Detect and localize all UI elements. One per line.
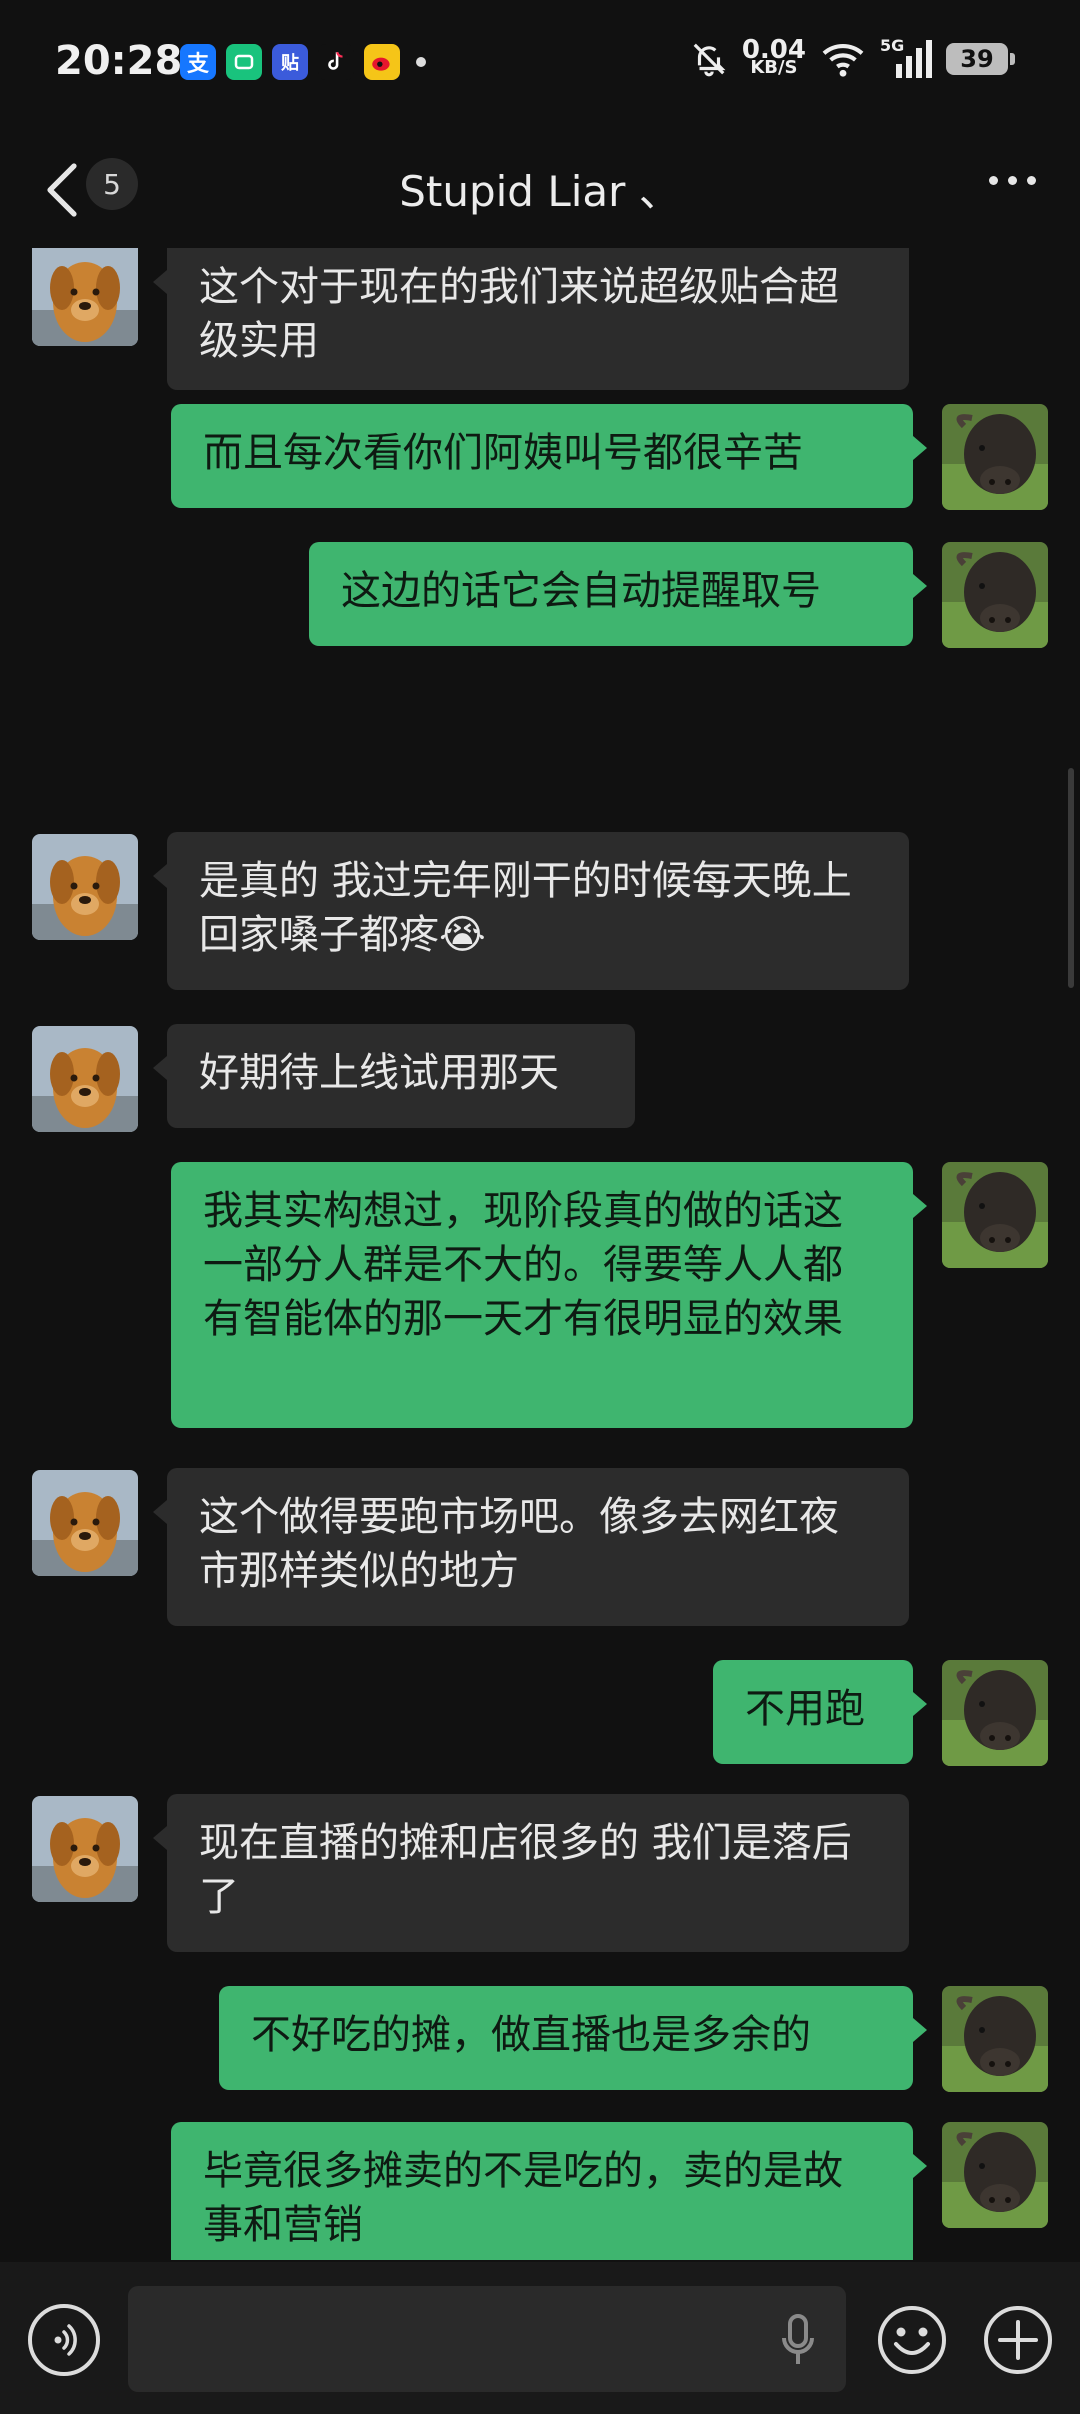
outgoing-message-bubble[interactable]: 不用跑 [713, 1660, 927, 1764]
add-more-icon[interactable] [982, 2304, 1054, 2376]
more-options-button[interactable] [989, 176, 1036, 185]
cellular-signal-icon: 5G [880, 36, 932, 78]
contact-avatar[interactable] [32, 1026, 138, 1132]
contact-avatar[interactable] [32, 248, 138, 346]
status-time: 20:28 [55, 38, 183, 84]
more-dot-icon [989, 176, 998, 185]
weibo-icon [364, 44, 400, 80]
microphone-icon[interactable] [780, 2314, 816, 2366]
chat-title: Stupid Liar 、 [399, 167, 681, 216]
outgoing-message-bubble[interactable]: 而且每次看你们阿姨叫号都很辛苦 [171, 404, 927, 508]
douyin-icon [318, 44, 354, 80]
my-avatar[interactable] [942, 1986, 1048, 2092]
incoming-message-bubble[interactable]: 这个对于现在的我们来说超级贴合超级实用 [153, 248, 909, 390]
voice-input-button[interactable] [28, 2304, 100, 2376]
battery-icon: 39 [946, 43, 1015, 75]
status-bar: 20:28 支 贴 0.04 KB/S 5G 39 [0, 0, 1080, 130]
incoming-message-bubble[interactable]: 好期待上线试用那天 [153, 1024, 635, 1128]
voice-wave-icon [54, 2324, 77, 2356]
emoji-icon[interactable] [876, 2304, 948, 2376]
system-status-icons: 0.04 KB/S 5G 39 [690, 36, 1015, 78]
incoming-message-bubble[interactable]: 这个做得要跑市场吧。像多去网红夜市那样类似的地方 [153, 1468, 909, 1626]
outgoing-message-bubble[interactable]: 不好吃的摊，做直播也是多余的 [219, 1986, 927, 2090]
message-list[interactable]: 这个对于现在的我们来说超级贴合超级实用 而且每次看你们阿姨叫号都很辛苦 这边的话… [0, 248, 1080, 2260]
outgoing-message-bubble[interactable]: 这边的话它会自动提醒取号 [309, 542, 927, 646]
contact-avatar[interactable] [32, 1470, 138, 1576]
taobao-icon [226, 44, 262, 80]
wifi-icon [822, 43, 864, 77]
notification-app-icons: 支 贴 [180, 44, 426, 80]
more-notifications-dot [416, 57, 426, 67]
mute-bell-icon [693, 43, 726, 77]
incoming-message-bubble[interactable]: 是真的 我过完年刚干的时候每天晚上回家嗓子都疼😭 [153, 832, 909, 990]
message-input[interactable] [128, 2286, 846, 2392]
scrollbar[interactable] [1068, 768, 1074, 988]
my-avatar[interactable] [942, 1162, 1048, 1268]
my-avatar[interactable] [942, 404, 1048, 510]
tieba-icon: 贴 [272, 44, 308, 80]
network-speed: 0.04 KB/S [742, 37, 806, 78]
network-speed-unit: KB/S [750, 57, 798, 78]
my-avatar[interactable] [942, 1660, 1048, 1766]
battery-level: 39 [960, 45, 994, 73]
input-bar [0, 2262, 1080, 2414]
contact-avatar[interactable] [32, 1796, 138, 1902]
contact-avatar[interactable] [32, 834, 138, 940]
my-avatar[interactable] [942, 542, 1048, 648]
more-dot-icon [1027, 176, 1036, 185]
incoming-message-bubble[interactable]: 现在直播的摊和店很多的 我们是落后了 [153, 1794, 909, 1952]
outgoing-message-bubble[interactable]: 毕竟很多摊卖的不是吃的，卖的是故事和营销 [171, 2122, 927, 2260]
alipay-icon: 支 [180, 44, 216, 80]
outgoing-message-bubble[interactable]: 我其实构想过，现阶段真的做的话这一部分人群是不大的。得要等人人都有智能体的那一天… [171, 1162, 927, 1428]
more-dot-icon [1008, 176, 1017, 185]
my-avatar[interactable] [942, 2122, 1048, 2228]
